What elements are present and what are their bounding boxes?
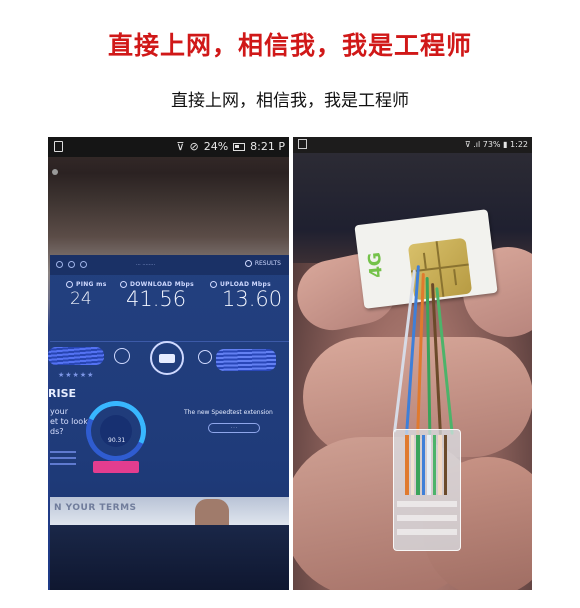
sim-4g-label: 4G — [364, 251, 387, 279]
status-time: 8:21 P — [250, 140, 285, 153]
ping-icon — [66, 281, 73, 288]
pink-cta-button — [93, 461, 139, 473]
headline-black: 直接上网，相信我，我是工程师 — [171, 91, 409, 111]
speedtest-screen: ··· ········ RESULTS PING ms 24 DOWNLOAD… — [48, 255, 289, 590]
speedtest-header: ··· ········ RESULTS — [50, 255, 289, 275]
sim-rj45-photo: ⊽ .ıl 73% ▮ 1:22 4G — [293, 137, 532, 590]
battery-icon — [233, 142, 246, 151]
battery-icon-right: ▮ — [503, 140, 508, 149]
signal-icon: ⊽ — [176, 140, 185, 153]
upload-stat: UPLOAD Mbps 13.60 — [210, 281, 282, 311]
side-dot — [52, 169, 58, 175]
extension-ad-text: The new Speedtest extension — [184, 409, 273, 416]
ping-stat: PING ms 24 — [66, 281, 107, 311]
status-time-right: 1:22 — [510, 140, 528, 149]
upload-value: 13.60 — [222, 287, 283, 311]
side-heading: RISE — [48, 387, 76, 400]
banner-person — [195, 499, 229, 525]
rj45-ridge — [397, 501, 457, 507]
results-icon — [244, 260, 252, 267]
phone-status-bar: ⊽ ⊘ 24% 8:21 P — [48, 137, 289, 157]
download-value: 41.56 — [126, 287, 187, 311]
upload-icon — [210, 281, 217, 288]
host-id: ··· ········ — [136, 262, 156, 268]
share-icon — [68, 261, 75, 268]
battery-percent: 24% — [203, 140, 229, 153]
rj45-ridge — [397, 515, 457, 521]
rating-stars: ★★★★★ — [58, 371, 95, 379]
results-button: RESULTS — [244, 260, 281, 267]
battery-percent-right: 73% — [482, 140, 501, 149]
banner-text: N YOUR TERMS — [54, 503, 137, 513]
blurred-lines — [50, 451, 76, 469]
redacted-server-scribble — [216, 349, 276, 371]
speedtest-photo: ⊽ ⊘ 24% 8:21 P ··· ········ RESULTS PING… — [48, 137, 289, 590]
settings-icon — [80, 261, 87, 268]
server-icon — [198, 350, 212, 364]
user-icon — [114, 348, 130, 364]
gallery-icon-right — [298, 139, 307, 149]
redacted-isp-scribble — [48, 347, 104, 365]
laptop-bezel — [50, 525, 289, 590]
camera-icon — [159, 354, 175, 363]
signal-icon-right: ⊽ .ıl — [464, 140, 483, 149]
gallery-icon — [54, 141, 63, 152]
results-list-icon — [56, 261, 63, 268]
rj45-wire-bundle — [405, 435, 447, 495]
phone-status-bar-right: ⊽ .ıl 73% ▮ 1:22 — [293, 137, 532, 153]
side-text: your et to look ds? — [50, 407, 88, 436]
extension-ad-button: · · · — [208, 423, 260, 433]
mute-icon: ⊘ — [189, 140, 199, 153]
ping-value: 24 — [70, 289, 92, 309]
gauge-value: 90.31 — [108, 437, 126, 444]
download-stat: DOWNLOAD Mbps 41.56 — [120, 281, 194, 311]
headline-red: 直接上网，相信我，我是工程师 — [107, 31, 472, 60]
rj45-ridge — [397, 529, 457, 535]
